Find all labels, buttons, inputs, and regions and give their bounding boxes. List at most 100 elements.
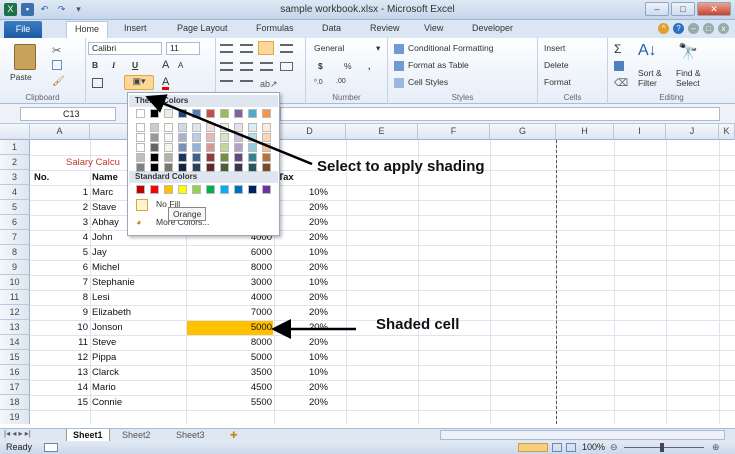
font-size-box[interactable]: 11 bbox=[166, 42, 200, 55]
top-align-icon[interactable] bbox=[220, 44, 233, 53]
sort-filter-icon[interactable]: A↓ bbox=[638, 42, 657, 60]
number-format-box[interactable]: General bbox=[314, 43, 344, 53]
theme-color-swatch[interactable] bbox=[178, 153, 187, 162]
theme-color-swatch[interactable] bbox=[164, 153, 173, 162]
theme-color-swatch[interactable] bbox=[192, 109, 201, 118]
row-header-14[interactable]: 14 bbox=[0, 335, 30, 350]
theme-color-swatch[interactable] bbox=[164, 163, 173, 172]
tax-cell[interactable]: 10% bbox=[276, 245, 328, 260]
align-right-icon[interactable] bbox=[260, 62, 273, 71]
find-label[interactable]: Find & bbox=[676, 68, 701, 78]
theme-color-swatch[interactable] bbox=[150, 133, 159, 142]
underline-button[interactable]: U bbox=[132, 60, 138, 70]
row-header-7[interactable]: 7 bbox=[0, 230, 30, 245]
no-cell[interactable]: 6 bbox=[30, 260, 88, 275]
salary-cell[interactable]: 5000 bbox=[186, 320, 272, 335]
insert-cells-button[interactable]: Insert bbox=[544, 43, 565, 53]
theme-color-swatch[interactable] bbox=[164, 133, 173, 142]
theme-color-swatch[interactable] bbox=[262, 163, 271, 172]
theme-color-swatch[interactable] bbox=[206, 133, 215, 142]
theme-color-swatch[interactable] bbox=[150, 109, 159, 118]
theme-color-swatch[interactable] bbox=[192, 123, 201, 132]
tax-cell[interactable]: 20% bbox=[276, 200, 328, 215]
zoom-slider-thumb[interactable] bbox=[660, 443, 664, 452]
font-color-button[interactable]: A bbox=[162, 77, 170, 90]
no-cell[interactable]: 14 bbox=[30, 380, 88, 395]
no-cell[interactable]: 8 bbox=[30, 290, 88, 305]
tax-cell[interactable]: 10% bbox=[276, 185, 328, 200]
theme-color-swatch[interactable] bbox=[234, 143, 243, 152]
salary-cell[interactable]: 4000 bbox=[186, 290, 272, 305]
name-cell[interactable]: Stephanie bbox=[92, 275, 184, 290]
row-header-3[interactable]: 3 bbox=[0, 170, 30, 185]
align-left-icon[interactable] bbox=[220, 62, 233, 71]
theme-color-swatch[interactable] bbox=[192, 153, 201, 162]
theme-color-swatch[interactable] bbox=[178, 143, 187, 152]
theme-color-swatch[interactable] bbox=[150, 123, 159, 132]
borders-icon[interactable] bbox=[92, 78, 103, 88]
theme-color-swatch[interactable] bbox=[136, 153, 145, 162]
ribbon-collapse-icon[interactable]: ^ bbox=[658, 23, 669, 34]
cut-icon[interactable]: ✂ bbox=[52, 44, 61, 57]
fill-icon[interactable] bbox=[614, 61, 624, 71]
middle-align-icon[interactable] bbox=[240, 44, 253, 53]
salary-cell[interactable]: 4500 bbox=[186, 380, 272, 395]
row-header-4[interactable]: 4 bbox=[0, 185, 30, 200]
no-cell[interactable]: 13 bbox=[30, 365, 88, 380]
row-header-11[interactable]: 11 bbox=[0, 290, 30, 305]
row-header-6[interactable]: 6 bbox=[0, 215, 30, 230]
standard-color-swatch[interactable] bbox=[136, 185, 145, 194]
theme-color-swatch[interactable] bbox=[206, 123, 215, 132]
theme-color-swatch[interactable] bbox=[248, 153, 257, 162]
grow-font-button[interactable]: A bbox=[162, 59, 169, 71]
theme-color-swatch[interactable] bbox=[164, 109, 173, 118]
column-header-a[interactable]: A bbox=[30, 124, 90, 140]
zoom-out-icon[interactable]: ⊖ bbox=[610, 441, 618, 454]
formula-input[interactable] bbox=[280, 107, 720, 121]
decrease-indent-icon[interactable] bbox=[220, 80, 233, 89]
tab-home[interactable]: Home bbox=[66, 21, 109, 38]
row-header-17[interactable]: 17 bbox=[0, 380, 30, 395]
center-icon[interactable] bbox=[240, 62, 253, 71]
tax-cell[interactable]: 20% bbox=[276, 380, 328, 395]
italic-button[interactable]: I bbox=[112, 60, 115, 70]
tab-developer[interactable]: Developer bbox=[472, 23, 513, 33]
tax-cell[interactable]: 10% bbox=[276, 365, 328, 380]
window-minimize-icon[interactable]: – bbox=[688, 23, 699, 34]
row-header-16[interactable]: 16 bbox=[0, 365, 30, 380]
tax-cell[interactable]: 20% bbox=[276, 335, 328, 350]
theme-color-swatch[interactable] bbox=[192, 133, 201, 142]
theme-color-swatch[interactable] bbox=[178, 163, 187, 172]
standard-color-swatch[interactable] bbox=[206, 185, 215, 194]
tax-cell[interactable]: 20% bbox=[276, 230, 328, 245]
tax-cell[interactable]: 20% bbox=[276, 260, 328, 275]
column-header-k[interactable]: K bbox=[719, 124, 735, 140]
theme-color-swatch[interactable] bbox=[136, 163, 145, 172]
column-header-j[interactable]: J bbox=[666, 124, 719, 140]
standard-color-swatch[interactable] bbox=[220, 185, 229, 194]
tax-cell[interactable]: 10% bbox=[276, 350, 328, 365]
name-cell[interactable]: Clarck bbox=[92, 365, 184, 380]
theme-color-swatch[interactable] bbox=[248, 133, 257, 142]
macro-record-icon[interactable] bbox=[44, 443, 58, 452]
theme-color-swatch[interactable] bbox=[206, 109, 215, 118]
bottom-align-icon[interactable] bbox=[258, 41, 274, 55]
theme-color-swatch[interactable] bbox=[220, 123, 229, 132]
copy-icon[interactable] bbox=[52, 60, 62, 70]
sheet-nav-icon[interactable]: |◂ ◂ ▸ ▸| bbox=[4, 429, 31, 438]
name-cell[interactable]: Michel bbox=[92, 260, 184, 275]
tab-file[interactable]: File bbox=[4, 21, 42, 38]
paste-label[interactable]: Paste bbox=[10, 72, 32, 82]
autosum-button[interactable]: Σ bbox=[614, 42, 621, 56]
row-header-1[interactable]: 1 bbox=[0, 140, 30, 155]
tax-cell[interactable]: 10% bbox=[276, 275, 328, 290]
theme-color-swatch[interactable] bbox=[234, 123, 243, 132]
clear-icon[interactable]: ⌫ bbox=[614, 78, 628, 89]
theme-color-swatch[interactable] bbox=[192, 143, 201, 152]
bold-button[interactable]: B bbox=[92, 60, 98, 70]
tax-cell[interactable]: 20% bbox=[276, 305, 328, 320]
no-cell[interactable]: 15 bbox=[30, 395, 88, 410]
salary-cell[interactable]: 5500 bbox=[186, 395, 272, 410]
fill-color-button[interactable]: ▣▾ bbox=[124, 75, 154, 90]
row-header-8[interactable]: 8 bbox=[0, 245, 30, 260]
